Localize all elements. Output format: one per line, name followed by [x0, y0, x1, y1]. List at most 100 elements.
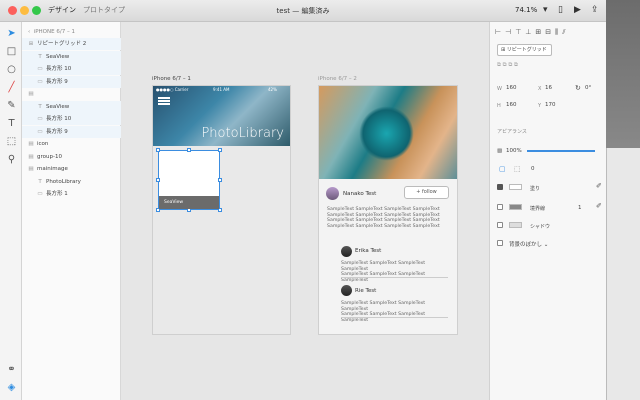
- layer-row[interactable]: ▤ icon: [22, 138, 121, 150]
- rotation-field[interactable]: 0°: [585, 85, 591, 91]
- border-label: 境界線: [530, 206, 546, 212]
- text-icon: T: [38, 103, 42, 110]
- folder-icon: ▤: [28, 141, 34, 147]
- ellipse-icon[interactable]: ○: [6, 64, 17, 75]
- resize-handle[interactable]: [218, 148, 222, 152]
- repeat-grid-label: リピートグリッド: [506, 47, 547, 53]
- layer-row[interactable]: T SeaView: [22, 100, 121, 113]
- tool-strip: ➤ □ ○ ╱ ✎ T ⬚ ⚲ ⚭ ◈: [0, 22, 22, 400]
- artboard-1[interactable]: ●●●●○ Carrier 9:41 AM 42% PhotoLibrary S…: [152, 85, 291, 335]
- comment-author: Erika Test: [355, 248, 382, 254]
- repeat-grid-cell[interactable]: SeaView: [156, 148, 222, 212]
- fill-label: 塗り: [530, 186, 541, 192]
- corner-radius-per-corner-icon[interactable]: ⬚: [514, 165, 521, 173]
- border-checkbox[interactable]: [497, 204, 503, 210]
- layer-label: 長方形 10: [46, 66, 72, 72]
- background-blur-toggle[interactable]: 背景のぼかし ⌄: [509, 240, 548, 248]
- share-icon[interactable]: ⇪: [591, 5, 599, 15]
- fill-checkbox[interactable]: [497, 184, 503, 190]
- divider: [341, 277, 448, 278]
- resize-handle[interactable]: [156, 148, 160, 152]
- rect-icon: ▭: [37, 116, 43, 122]
- artboard-label-1[interactable]: iPhone 6/7 – 1: [152, 76, 191, 82]
- layer-row[interactable]: ▤: [22, 88, 121, 100]
- divider: [341, 317, 448, 318]
- avatar: [341, 246, 352, 257]
- layers-icon[interactable]: ◈: [6, 382, 17, 393]
- symbols-icon[interactable]: ⚭: [6, 364, 17, 375]
- layer-label: mainimage: [37, 166, 68, 172]
- comment-text-line: SampleText SampleText SampleText SampleT…: [341, 261, 426, 272]
- rect-icon: ▭: [37, 66, 43, 72]
- app-window: デザイン プロトタイプ test — 編集済み 74.1% ▾ ▯ ▶ ⇪ ➤ …: [0, 0, 606, 400]
- opacity-value[interactable]: 100%: [506, 148, 522, 154]
- y-field[interactable]: 170: [545, 102, 556, 108]
- follow-button[interactable]: + follow: [404, 186, 449, 199]
- height-field[interactable]: 160: [506, 102, 517, 108]
- layer-label: SeaView: [46, 103, 70, 110]
- folder-icon: ▤: [28, 153, 34, 160]
- blur-checkbox[interactable]: [497, 240, 503, 246]
- fill-swatch[interactable]: [509, 184, 522, 190]
- line-icon[interactable]: ╱: [6, 82, 17, 93]
- layer-row[interactable]: ▭ 長方形 10: [22, 113, 121, 125]
- corner-radius-icon[interactable]: ▢: [499, 165, 506, 173]
- layer-label: 長方形 9: [46, 128, 68, 135]
- coast-photo: [319, 86, 457, 179]
- breadcrumb[interactable]: ‹ iPHONE 6/7 – 1: [28, 29, 75, 35]
- repeat-grid-button[interactable]: ⊞ リピートグリッド: [497, 44, 552, 56]
- shadow-swatch[interactable]: [509, 222, 522, 228]
- resize-handle[interactable]: [156, 178, 160, 182]
- width-label: W: [497, 86, 502, 92]
- layer-row[interactable]: ▭ 長方形 9: [22, 125, 121, 138]
- folder-icon: ▤: [28, 166, 34, 172]
- pen-icon[interactable]: ✎: [6, 100, 17, 111]
- hero-title: PhotoLibrary: [201, 126, 284, 141]
- chevron-down-icon: ⌄: [543, 242, 549, 248]
- layer-row[interactable]: T PhotoLibrary: [22, 176, 121, 188]
- border-swatch[interactable]: [509, 204, 522, 210]
- layer-row[interactable]: ▤ mainimage: [22, 163, 121, 175]
- layer-label: group-10: [37, 153, 62, 160]
- property-inspector: ⊢⊣⊤⊥⊞⊟⫼⫽ ⊞ リピートグリッド ⧉ ⧉ ⧉ ⧉ W 160 X 16 ↻…: [489, 22, 606, 400]
- rectangle-icon[interactable]: □: [6, 46, 17, 57]
- text-icon[interactable]: T: [6, 118, 17, 129]
- opacity-slider[interactable]: [527, 150, 595, 152]
- layer-row[interactable]: ▤ group-10: [22, 151, 121, 163]
- hamburger-menu-icon[interactable]: [158, 97, 170, 99]
- layer-label: icon: [37, 141, 49, 147]
- device-preview-icon[interactable]: ▯: [558, 5, 563, 15]
- breadcrumb-label: iPHONE 6/7 – 1: [33, 29, 75, 35]
- boolean-ops-icon[interactable]: ⧉ ⧉ ⧉ ⧉: [497, 62, 518, 69]
- layer-label: 長方形 1: [46, 191, 68, 197]
- layer-row[interactable]: ▭ 長方形 1: [22, 188, 121, 200]
- artboard-label-2[interactable]: iPhone 6/7 – 2: [318, 76, 357, 82]
- opacity-icon: ▩: [497, 148, 503, 154]
- layer-row[interactable]: ⊞ リピートグリッド 2: [22, 38, 121, 50]
- eyedropper-icon[interactable]: ✐: [596, 182, 602, 190]
- background-window: [606, 148, 640, 400]
- layer-row[interactable]: T SeaView: [22, 50, 121, 63]
- artboard-2[interactable]: Nanako Test + follow SampleText SampleTe…: [318, 85, 458, 335]
- x-field[interactable]: 16: [545, 85, 552, 91]
- artboard-icon[interactable]: ⬚: [6, 136, 17, 147]
- play-icon[interactable]: ▶: [574, 5, 581, 15]
- shadow-checkbox[interactable]: [497, 222, 503, 228]
- width-field[interactable]: 160: [506, 85, 517, 91]
- chevron-down-icon[interactable]: ▾: [543, 5, 548, 15]
- resize-handle[interactable]: [218, 178, 222, 182]
- zoom-level[interactable]: 74.1%: [515, 6, 537, 14]
- profile-text: SampleText SampleText SampleText SampleT…: [327, 207, 455, 229]
- corner-radius-field[interactable]: 0: [531, 166, 535, 172]
- select-arrow-icon[interactable]: ➤: [6, 28, 17, 39]
- zoom-icon[interactable]: ⚲: [6, 154, 17, 165]
- layer-row[interactable]: ▭ 長方形 10: [22, 63, 121, 75]
- layer-row[interactable]: ▭ 長方形 9: [22, 75, 121, 88]
- eyedropper-icon[interactable]: ✐: [596, 202, 602, 210]
- rect-icon: ▭: [37, 191, 43, 197]
- align-tools[interactable]: ⊢⊣⊤⊥⊞⊟⫼⫽: [495, 28, 569, 37]
- border-width-field[interactable]: 1: [578, 205, 582, 211]
- layer-label: リピートグリッド 2: [37, 41, 87, 47]
- background-blur-label: 背景のぼかし: [509, 242, 543, 248]
- resize-handle[interactable]: [187, 148, 191, 152]
